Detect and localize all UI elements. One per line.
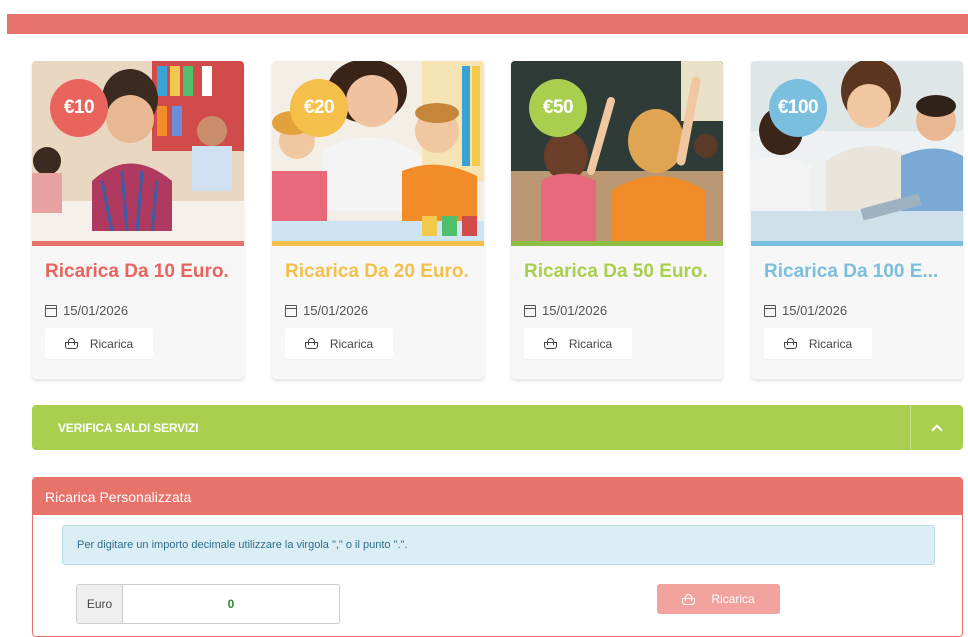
button-label: Ricarica — [329, 336, 374, 351]
recharge-button[interactable]: Ricarica — [45, 328, 153, 359]
price-badge: €10 — [50, 79, 108, 137]
price-badge: €100 — [769, 79, 827, 137]
card-title[interactable]: Ricarica Da 20 Euro. — [285, 261, 475, 283]
card-date: 15/01/2026 — [45, 303, 128, 318]
verify-balance-label: VERIFICA SALDI SERVIZI — [58, 420, 199, 435]
card-date: 15/01/2026 — [285, 303, 368, 318]
card-title[interactable]: Ricarica Da 50 Euro. — [524, 261, 714, 283]
chevron-up-icon — [931, 423, 943, 436]
recharge-button[interactable]: Ricarica — [764, 328, 872, 359]
card-date: 15/01/2026 — [764, 303, 847, 318]
date-text: 15/01/2026 — [782, 303, 848, 318]
product-card-20: €20 Ricarica Da 20 Euro. 15/01/2026 Rica… — [272, 61, 484, 379]
amount-input[interactable] — [123, 585, 339, 623]
currency-addon: Euro — [77, 585, 123, 623]
card-color-strip — [32, 241, 244, 246]
basket-icon — [783, 338, 797, 349]
collapse-toggle-button[interactable] — [910, 405, 963, 450]
calendar-icon — [285, 304, 297, 317]
recharge-button[interactable]: Ricarica — [524, 328, 632, 359]
product-card-100: €100 Ricarica Da 100 E... 15/01/2026 Ric… — [751, 61, 963, 379]
basket-icon — [543, 338, 557, 349]
card-title[interactable]: Ricarica Da 10 Euro. — [45, 261, 235, 283]
top-accent-bar — [7, 14, 968, 34]
amount-input-group: Euro — [76, 584, 340, 624]
button-label: Ricarica — [568, 336, 613, 351]
button-label: Ricarica — [711, 592, 755, 606]
price-badge: €20 — [290, 79, 348, 137]
date-text: 15/01/2026 — [542, 303, 608, 318]
custom-recharge-title: Ricarica Personalizzata — [33, 478, 962, 515]
card-color-strip — [272, 241, 484, 246]
calendar-icon — [764, 304, 776, 317]
card-color-strip — [511, 241, 723, 246]
verify-balance-panel-header[interactable]: VERIFICA SALDI SERVIZI — [32, 405, 963, 450]
button-label: Ricarica — [89, 336, 134, 351]
calendar-icon — [45, 304, 57, 317]
calendar-icon — [524, 304, 536, 317]
card-photo: €100 — [751, 61, 963, 241]
button-label: Ricarica — [808, 336, 853, 351]
custom-recharge-panel: Ricarica Personalizzata Per digitare un … — [32, 477, 963, 637]
basket-icon — [64, 338, 78, 349]
decimal-info-alert: Per digitare un importo decimale utilizz… — [62, 525, 935, 565]
basket-icon — [304, 338, 318, 349]
card-photo: €20 — [272, 61, 484, 241]
card-photo: €50 — [511, 61, 723, 241]
date-text: 15/01/2026 — [303, 303, 369, 318]
card-title[interactable]: Ricarica Da 100 E... — [764, 261, 954, 283]
basket-icon — [682, 593, 696, 605]
card-color-strip — [751, 241, 963, 246]
card-photo: €10 — [32, 61, 244, 241]
recharge-button[interactable]: Ricarica — [285, 328, 393, 359]
custom-recharge-button[interactable]: Ricarica — [657, 584, 780, 614]
date-text: 15/01/2026 — [63, 303, 129, 318]
card-date: 15/01/2026 — [524, 303, 607, 318]
product-card-10: €10 Ricarica Da 10 Euro. 15/01/2026 Rica… — [32, 61, 244, 379]
price-badge: €50 — [529, 79, 587, 137]
product-card-50: €50 Ricarica Da 50 Euro. 15/01/2026 Rica… — [511, 61, 723, 379]
